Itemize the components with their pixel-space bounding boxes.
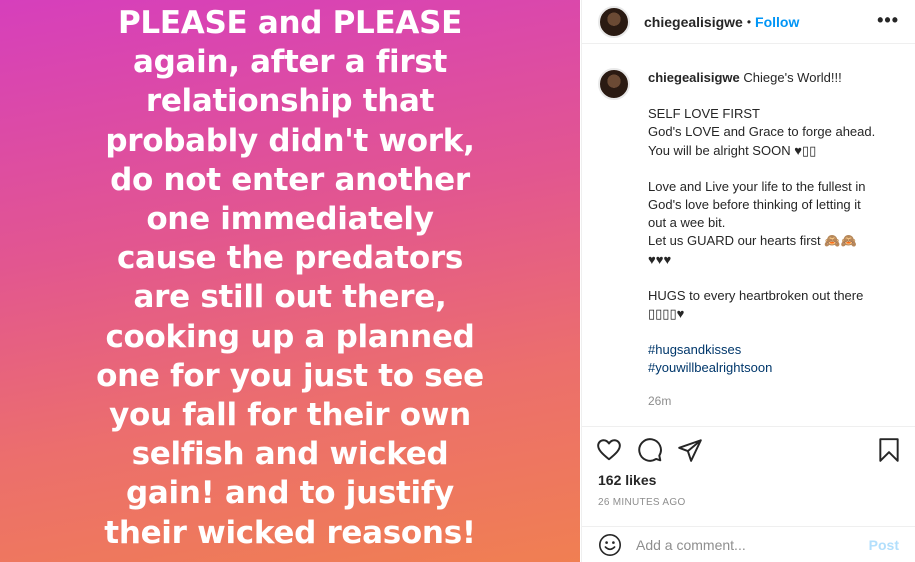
follow-button[interactable]: Follow [755, 14, 799, 30]
hashtag-link[interactable]: #youwillbealrightsoon [648, 359, 899, 377]
comment-icon[interactable] [637, 437, 663, 463]
caption-intro: Chiege's World!!! [743, 70, 842, 85]
likes-count[interactable]: 162 likes [598, 472, 656, 488]
comment-bar: Post [582, 526, 915, 562]
caption-line: You will be alright SOON ♥▯▯ [648, 142, 817, 158]
post-image-text: PLEASE and PLEASE again, after a first r… [96, 5, 484, 551]
post-header: chiegealisigwe • Follow ••• [582, 0, 915, 44]
caption-gap [648, 160, 899, 178]
caption-gap [648, 87, 899, 105]
caption-intro-line: chiegealisigwe Chiege's World!!! [648, 69, 899, 87]
action-bar [582, 426, 915, 472]
caption-gap [648, 269, 899, 287]
post-side-panel: chiegealisigwe • Follow ••• chiegealisig… [581, 0, 915, 562]
heart-icon[interactable] [596, 437, 622, 463]
send-icon[interactable] [677, 437, 703, 463]
post-image: PLEASE and PLEASE again, after a first r… [0, 0, 580, 562]
posted-time[interactable]: 26 MINUTES AGO [598, 497, 686, 508]
caption-line: Love and Live your life to the fullest i… [648, 178, 866, 194]
caption-gap [648, 323, 899, 341]
header-separator: • [746, 14, 752, 29]
comment-input[interactable] [636, 536, 856, 553]
caption-avatar[interactable] [598, 68, 630, 100]
bookmark-icon[interactable] [876, 437, 902, 463]
caption-age[interactable]: 26m [648, 392, 899, 410]
caption-line: ♥♥♥ [648, 251, 672, 267]
header-username[interactable]: chiegealisigwe [644, 14, 743, 30]
emoji-icon[interactable] [598, 533, 622, 557]
hashtag-link[interactable]: #hugsandkisses [648, 341, 899, 359]
caption-line: ▯▯▯▯♥ [648, 306, 685, 322]
caption-line: SELF LOVE FIRST [648, 106, 760, 122]
caption-line: out a wee bit. [648, 215, 726, 231]
caption-line: God's love before thinking of letting it [648, 197, 861, 213]
caption-row: chiegealisigwe Chiege's World!!! SELF LO… [598, 68, 899, 410]
avatar[interactable] [598, 5, 630, 38]
caption-area: chiegealisigwe Chiege's World!!! SELF LO… [582, 45, 915, 425]
caption-body: chiegealisigwe Chiege's World!!! SELF LO… [648, 69, 899, 410]
caption-line: God's LOVE and Grace to forge ahead. [648, 124, 876, 140]
post-comment-button[interactable]: Post [869, 537, 899, 553]
more-horizontal-icon[interactable]: ••• [877, 10, 899, 31]
caption-line: Let us GUARD our hearts first 🙈🙈 [648, 233, 857, 249]
caption-line: HUGS to every heartbroken out there [648, 287, 864, 303]
caption-username[interactable]: chiegealisigwe [648, 70, 740, 85]
